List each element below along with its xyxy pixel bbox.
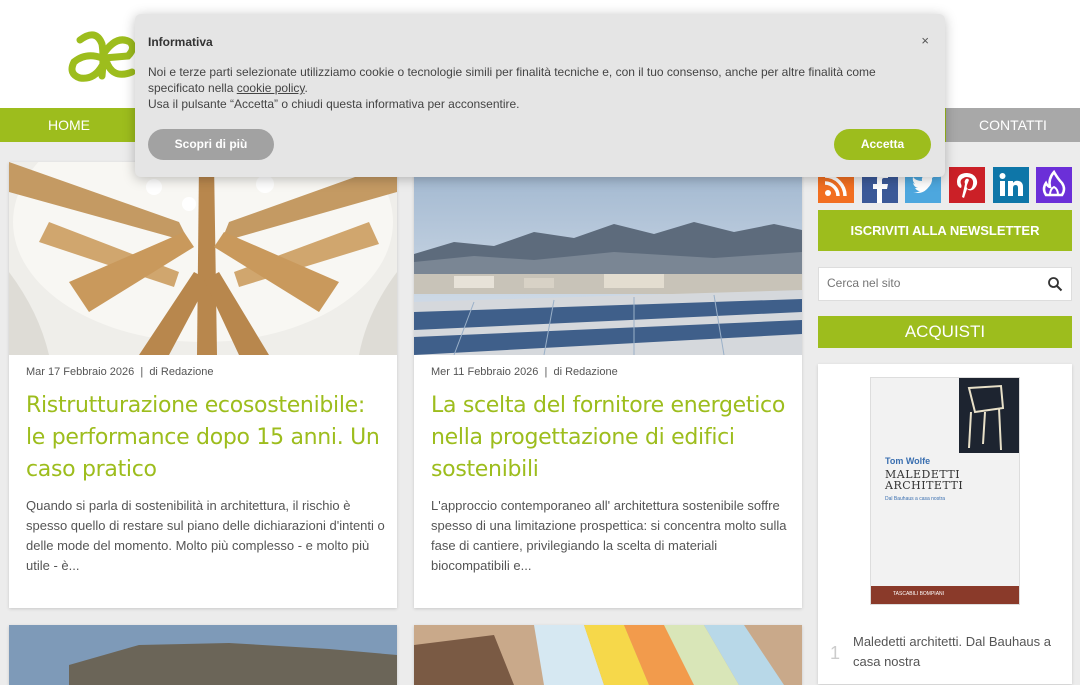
article-card[interactable]	[414, 625, 802, 685]
article-image-solar-roof[interactable]	[414, 162, 802, 355]
article-image-color-swatches[interactable]	[414, 625, 802, 685]
nav-contatti[interactable]: CONTATTI	[946, 108, 1080, 142]
article-meta: Mer 11 Febbraio 2026 | di Redazione	[431, 366, 618, 378]
cookie-text-line2: Usa il pulsante “Accetta” o chiudi quest…	[148, 97, 520, 111]
cookie-text-end: .	[304, 81, 308, 95]
article-image-wood-roof[interactable]	[9, 162, 397, 355]
article-title[interactable]: La scelta del fornitore energetico nella…	[431, 390, 791, 486]
accept-button[interactable]: Accetta	[834, 129, 931, 160]
article-card[interactable]: Mar 17 Febbraio 2026 | di Redazione Rist…	[9, 162, 397, 608]
cookie-dialog: Informativa × Noi e terze parti selezion…	[135, 14, 945, 177]
acquisti-heading: ACQUISTI	[818, 316, 1072, 348]
cookie-policy-link[interactable]: cookie policy	[237, 81, 305, 95]
article-image-landscape[interactable]	[9, 625, 397, 685]
book-widget: Tom Wolfe MALEDETTI ARCHITETTI Dal Bauha…	[818, 364, 1072, 684]
book-author: Tom Wolfe	[885, 456, 931, 466]
book-subtitle: Dal Bauhaus a casa nostra	[885, 496, 946, 502]
book-publisher-band: TASCABILI BOMPIANI	[871, 586, 1019, 604]
flame-icon[interactable]	[1036, 167, 1072, 203]
linkedin-icon[interactable]	[993, 167, 1029, 203]
cookie-dialog-title: Informativa	[148, 35, 213, 49]
search-input[interactable]	[827, 276, 1037, 290]
book-title: MALEDETTI ARCHITETTI	[885, 469, 963, 491]
site-logo[interactable]	[66, 26, 138, 82]
article-card[interactable]	[9, 625, 397, 685]
learn-more-button[interactable]: Scopri di più	[148, 129, 274, 160]
book-publisher: TASCABILI BOMPIANI	[893, 591, 945, 597]
article-title[interactable]: Ristrutturazione ecosostenibile: le perf…	[26, 390, 386, 486]
book-cover[interactable]: Tom Wolfe MALEDETTI ARCHITETTI Dal Bauha…	[870, 377, 1020, 605]
nav-home[interactable]: HOME	[48, 108, 90, 142]
search-box	[818, 267, 1072, 301]
book-rank: 1	[830, 643, 841, 663]
newsletter-button[interactable]: ISCRIVITI ALLA NEWSLETTER	[818, 210, 1072, 251]
article-excerpt: L'approccio contemporaneo all' architett…	[431, 498, 787, 573]
search-icon[interactable]	[1047, 276, 1063, 292]
article-excerpt: Quando si parla di sostenibilità in arch…	[26, 498, 385, 573]
pinterest-icon[interactable]	[949, 167, 985, 203]
article-card[interactable]: Mer 11 Febbraio 2026 | di Redazione La s…	[414, 162, 802, 608]
cookie-dialog-text: Noi e terze parti selezionate utilizziam…	[148, 64, 908, 112]
article-meta: Mar 17 Febbraio 2026 | di Redazione	[26, 366, 214, 378]
book-title-line2: ARCHITETTI	[885, 479, 964, 492]
close-icon[interactable]: ×	[921, 33, 929, 48]
book-link[interactable]: Maledetti architetti. Dal Bauhaus a casa…	[853, 632, 1063, 672]
